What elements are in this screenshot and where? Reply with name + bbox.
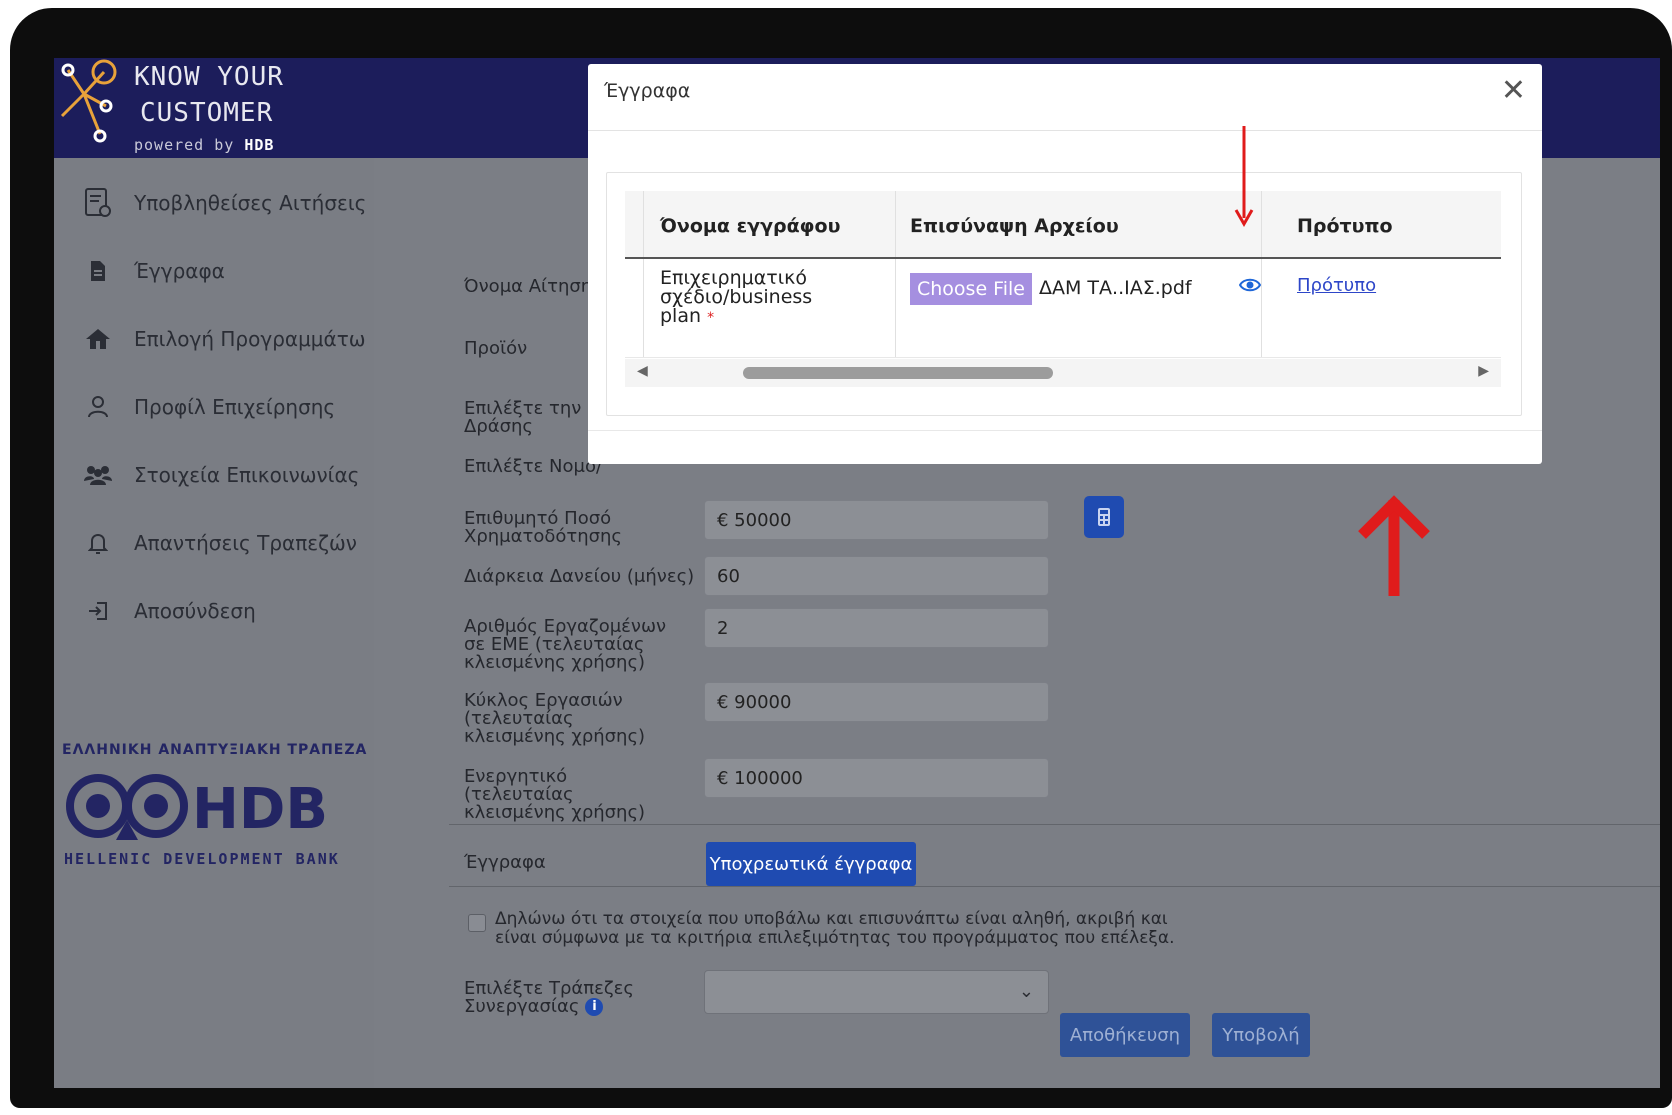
up-arrow-annotation [1358,495,1430,596]
annotation-arrows [1234,126,1430,596]
down-arrow-annotation [1234,126,1254,228]
